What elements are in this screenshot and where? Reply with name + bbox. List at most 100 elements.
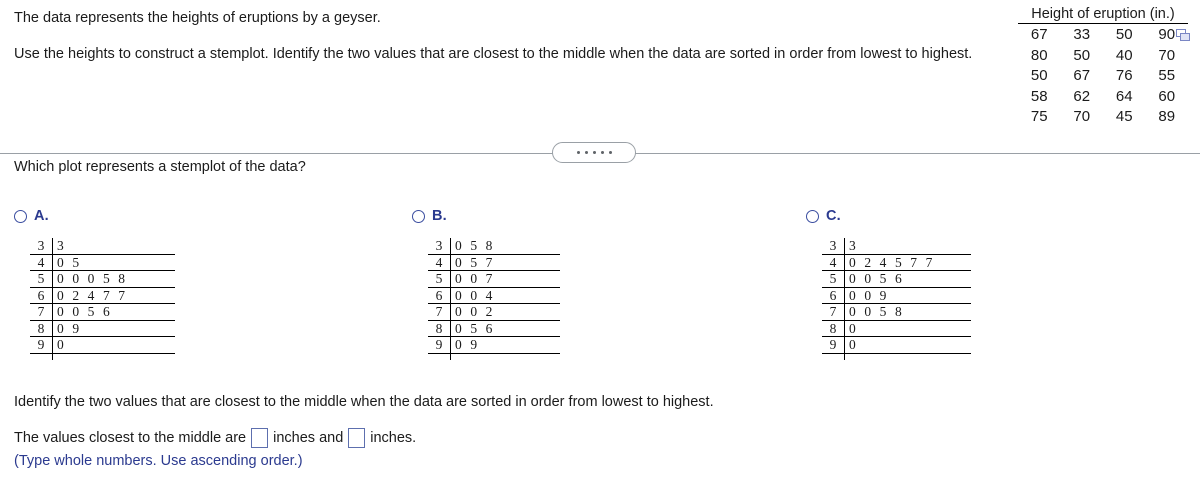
problem-intro-text: The data represents the heights of erupt… (14, 10, 381, 26)
ellipsis-dot (584, 151, 588, 154)
leaf-values: 0 0 0 5 8 (52, 271, 175, 287)
data-table-cell: 75 (1030, 108, 1048, 125)
answer-input-1[interactable] (251, 428, 269, 448)
stemplot-row: 90 (822, 337, 971, 354)
stemplot-axis-tail (52, 352, 54, 360)
stem-value: 9 (829, 337, 837, 352)
leaf-values: 0 5 7 (450, 254, 560, 270)
leaf-values: 0 0 2 (450, 304, 560, 320)
data-table-cell: 70 (1073, 108, 1091, 125)
stem-value: 6 (829, 287, 837, 303)
leaf-values: 0 (52, 337, 175, 353)
data-table-row: 50 67 76 55 (1018, 66, 1188, 87)
stemplot-row: 5 0 0 0 5 8 (30, 271, 175, 288)
stemplot-row: 9 0 9 (428, 337, 560, 354)
option-c-label: C. (826, 208, 841, 224)
copy-icon[interactable] (1176, 29, 1190, 41)
option-a-label: A. (34, 208, 49, 224)
stem-value: 9 (37, 337, 45, 352)
data-table-cell: 58 (1030, 87, 1048, 105)
stem-value: 7 (37, 304, 45, 319)
answer-middle-text: inches and (273, 430, 344, 446)
answer-option-a[interactable]: A. 334 0 5 5 0 0 0 5 8 6 0 2 4 7 7 7 0 0 5 6 8 0 … (14, 206, 175, 360)
stemplot-row: 80 (822, 320, 971, 337)
stem-value: 7 (435, 304, 443, 319)
stemplot-row: 4 0 5 (30, 254, 175, 271)
stem-value: 7 (829, 304, 837, 319)
data-table-cell: 45 (1115, 108, 1133, 125)
stemplot-b: 3 0 5 8 4 0 5 7 5 0 0 7 6 0 0 4 7 0 0 2 8 0 5 6 9 0 9 (428, 238, 560, 360)
data-table-cell: 89 (1158, 108, 1176, 125)
stem-value: 6 (37, 287, 45, 303)
stem-value: 8 (829, 320, 837, 336)
stemplot-row: 3 0 5 8 (428, 238, 560, 255)
data-table-cell: 50 (1030, 67, 1048, 84)
radio-button-c[interactable] (806, 209, 819, 223)
data-table-row: 80 50 40 70 (1018, 46, 1188, 67)
data-table-row: 67 33 50 90 (1018, 25, 1188, 46)
data-table-cell: 33 (1073, 26, 1091, 43)
stem-value: 4 (37, 254, 45, 270)
stem-value: 3 (829, 238, 837, 253)
stemplot-axis-tail (450, 352, 452, 360)
ellipsis-dot (608, 151, 612, 154)
answer-suffix-text: inches. (370, 430, 417, 446)
data-table-cell: 40 (1115, 46, 1133, 64)
stemplot-a: 3340 550 0 0 5 860 2 4 7 770 0 5 680 990 (30, 238, 175, 360)
data-table-cell: 70 (1158, 46, 1176, 64)
data-table-row: 58 62 64 60 (1018, 87, 1188, 108)
data-table-row: 75 70 45 89 (1018, 107, 1188, 128)
answer-prefix-text: The values closest to the middle are (14, 430, 247, 446)
identify-instruction-text: Identify the two values that are closest… (14, 394, 714, 410)
answer-option-c[interactable]: C. 3340 2 4 5 7 750 0 5 660 0 970 0 5 88… (806, 206, 971, 360)
question-text: Which plot represents a stemplot of the … (14, 159, 306, 175)
option-a-header[interactable]: A. (14, 206, 175, 226)
answer-input-2[interactable] (348, 428, 366, 448)
data-table-title: Height of eruption (in.) (1018, 6, 1188, 24)
answer-option-b[interactable]: B. 30 5 840 5 750 0 760 0 470 0 280 5 69… (412, 206, 560, 360)
ellipsis-dot (592, 151, 596, 154)
stemplot-row: 8 0 5 6 (428, 320, 560, 337)
leaf-values: 0 5 (52, 254, 175, 270)
leaf-values: 0 (844, 337, 971, 353)
leaf-values: 3 (844, 238, 971, 254)
stemplot-row: 7 0 0 5 8 (822, 304, 971, 321)
leaf-values: 0 5 6 (450, 320, 560, 336)
stemplot-row: 8 0 9 (30, 320, 175, 337)
leaf-values: 0 0 5 8 (844, 304, 971, 320)
copy-icon-front-square (1180, 33, 1190, 41)
leaf-values: 3 (52, 238, 175, 254)
leaf-values: 0 0 9 (844, 287, 971, 303)
stem-value: 5 (829, 271, 837, 286)
stemplot-row: 7 0 0 5 6 (30, 304, 175, 321)
option-b-header[interactable]: B. (412, 206, 560, 226)
stem-value: 8 (435, 320, 443, 336)
data-table-cell: 80 (1030, 46, 1048, 64)
data-table-cell: 76 (1115, 67, 1133, 84)
answer-hint-text: (Type whole numbers. Use ascending order… (14, 453, 303, 469)
data-table-cell: 55 (1158, 67, 1176, 84)
data-table-cell: 50 (1115, 26, 1133, 43)
stemplot-row: 7 0 0 2 (428, 304, 560, 321)
answer-block: The values closest to the middle are inc… (14, 428, 714, 471)
leaf-values: 0 5 8 (450, 238, 560, 254)
leaf-values: 0 2 4 5 7 7 (844, 254, 971, 270)
option-c-header[interactable]: C. (806, 206, 971, 226)
radio-button-a[interactable] (14, 209, 27, 223)
stemplot-row: 90 (30, 337, 175, 354)
stem-value: 9 (435, 337, 443, 352)
stem-value: 3 (435, 238, 443, 253)
leaf-values: 0 (844, 320, 971, 336)
stemplot-row: 6 0 0 4 (428, 287, 560, 304)
stem-value: 6 (435, 287, 443, 303)
stemplot-row: 5 0 0 7 (428, 271, 560, 288)
stemplot-row: 33 (822, 238, 971, 255)
data-table-cell: 64 (1115, 87, 1133, 105)
stemplot-row: 6 0 2 4 7 7 (30, 287, 175, 304)
data-table-cell: 67 (1073, 67, 1091, 84)
stem-value: 5 (37, 271, 45, 286)
data-table-cell: 62 (1073, 87, 1091, 105)
problem-instruction-text: Use the heights to construct a stemplot.… (14, 46, 973, 62)
data-table: Height of eruption (in.) 67 33 50 90 80 50 40 7… (1018, 6, 1188, 128)
radio-button-b[interactable] (412, 209, 425, 223)
